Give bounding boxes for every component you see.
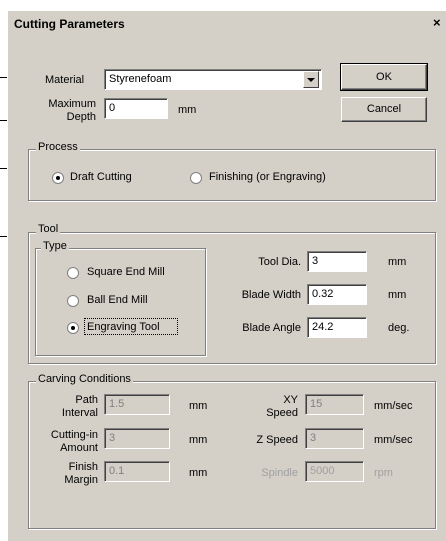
tool-legend: Tool xyxy=(36,223,61,235)
finish-margin-label-line2: Margin xyxy=(64,474,98,486)
close-icon[interactable]: × xyxy=(433,15,441,30)
cutting-in-label-line1: Cutting-in xyxy=(50,429,98,441)
dialog-title: Cutting Parameters xyxy=(14,17,125,31)
finishing-radio[interactable] xyxy=(190,172,202,184)
z-speed-input[interactable]: 3 xyxy=(305,428,364,449)
title-bar: Cutting Parameters × xyxy=(8,11,446,37)
cancel-button[interactable]: Cancel xyxy=(341,97,427,122)
xy-speed-unit: mm/sec xyxy=(374,400,413,412)
engraving-tool-radio[interactable] xyxy=(67,322,79,334)
chevron-down-icon[interactable] xyxy=(303,71,319,88)
process-legend: Process xyxy=(36,141,80,153)
max-depth-unit: mm xyxy=(178,104,197,116)
xy-speed-label-line1: XY xyxy=(283,394,298,406)
max-depth-label-line2: Depth xyxy=(66,111,96,123)
cutting-in-input[interactable]: 3 xyxy=(104,428,170,449)
blade-width-label: Blade Width xyxy=(241,289,301,301)
finish-margin-unit: mm xyxy=(189,467,208,479)
z-speed-label: Z Speed xyxy=(256,434,298,446)
cutting-parameters-dialog: Cutting Parameters × Material Styrenefoa… xyxy=(7,10,446,541)
path-interval-input[interactable]: 1.5 xyxy=(104,394,170,415)
finish-margin-input[interactable]: 0.1 xyxy=(104,461,170,482)
blade-angle-input[interactable]: 24.2 xyxy=(307,317,367,338)
path-interval-label-line1: Path xyxy=(75,394,98,406)
max-depth-label-line1: Maximum xyxy=(48,98,96,110)
ok-button[interactable]: OK xyxy=(340,63,428,91)
square-end-mill-label[interactable]: Square End Mill xyxy=(87,266,165,278)
xy-speed-input[interactable]: 15 xyxy=(305,394,364,415)
tool-dia-label: Tool Dia. xyxy=(258,256,301,268)
spindle-input[interactable]: 5000 xyxy=(305,461,364,482)
material-label: Material xyxy=(45,74,85,86)
finishing-label[interactable]: Finishing (or Engraving) xyxy=(209,171,326,183)
draft-cutting-radio[interactable] xyxy=(52,172,64,184)
max-depth-input[interactable]: 0 xyxy=(104,98,168,119)
spindle-unit: rpm xyxy=(374,467,393,479)
blade-angle-unit: deg. xyxy=(388,322,410,334)
cutting-in-unit: mm xyxy=(189,434,208,446)
tool-type-legend: Type xyxy=(41,240,69,252)
tool-dia-unit: mm xyxy=(388,256,407,268)
path-interval-label-line2: Interval xyxy=(61,407,98,419)
blade-angle-label: Blade Angle xyxy=(242,322,301,334)
material-value: Styrenefoam xyxy=(109,73,172,85)
blade-width-input[interactable]: 0.32 xyxy=(307,284,367,305)
tool-dia-input[interactable]: 3 xyxy=(307,251,367,272)
spindle-label: Spindle xyxy=(261,467,298,479)
finish-margin-label-line1: Finish xyxy=(68,461,98,473)
ball-end-mill-radio[interactable] xyxy=(67,295,79,307)
material-dropdown[interactable]: Styrenefoam xyxy=(104,69,322,90)
engraving-tool-label[interactable]: Engraving Tool xyxy=(87,321,160,333)
blade-width-unit: mm xyxy=(388,289,407,301)
z-speed-unit: mm/sec xyxy=(374,434,413,446)
draft-cutting-label[interactable]: Draft Cutting xyxy=(70,171,132,183)
ball-end-mill-label[interactable]: Ball End Mill xyxy=(87,294,148,306)
square-end-mill-radio[interactable] xyxy=(67,267,79,279)
cutting-in-label-line2: Amount xyxy=(60,442,98,454)
carving-conditions-legend: Carving Conditions xyxy=(36,373,133,385)
xy-speed-label-line2: Speed xyxy=(266,407,298,419)
path-interval-unit: mm xyxy=(189,400,208,412)
